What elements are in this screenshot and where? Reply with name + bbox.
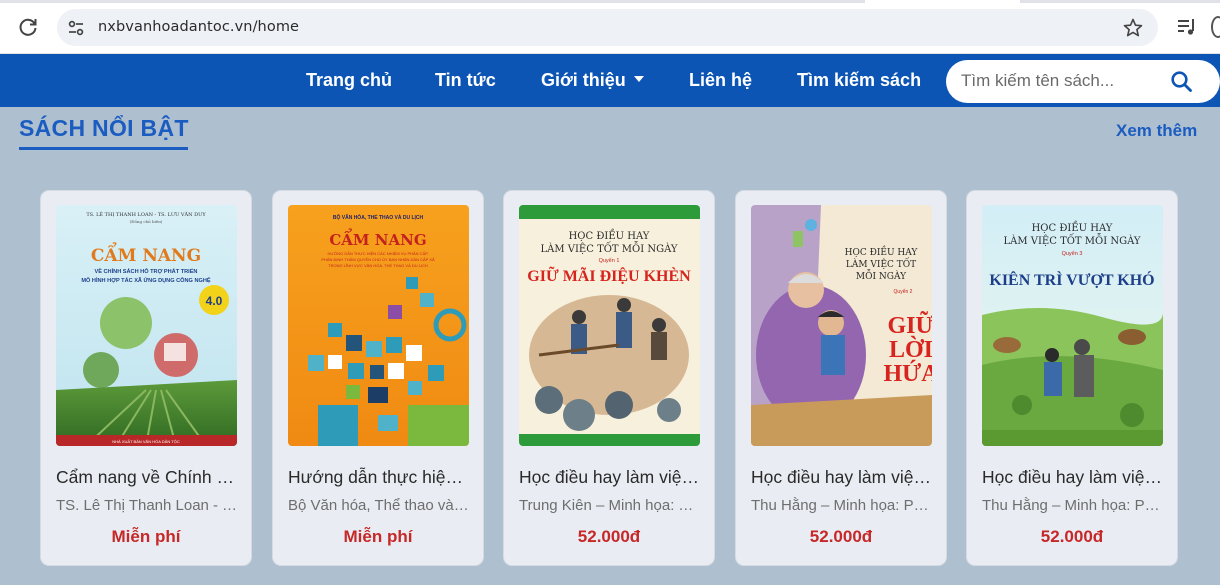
book-price: 52.000đ [1040,527,1104,546]
book-card[interactable]: BỘ VĂN HÓA, THỂ THAO VÀ DU LỊCH CẨM NANG… [273,191,483,565]
svg-text:BỘ VĂN HÓA, THỂ THAO VÀ DU LỊC: BỘ VĂN HÓA, THỂ THAO VÀ DU LỊCH [333,213,424,221]
nav-item-contact[interactable]: Liên hệ [689,70,752,91]
svg-text:NHÀ XUẤT BẢN VĂN HÓA DÂN TỘC: NHÀ XUẤT BẢN VĂN HÓA DÂN TỘC [112,439,180,444]
svg-text:GIỮ MÃI ĐIỆU KHÈN: GIỮ MÃI ĐIỆU KHÈN [527,265,691,285]
chevron-down-icon [633,76,644,82]
svg-text:Quyển 1: Quyển 1 [599,257,620,264]
book-title[interactable]: Hướng dẫn thực hiện các nhiệm vụ phân cấ… [288,467,470,488]
active-tab[interactable] [865,0,1020,3]
book-cover[interactable]: TS. LÊ THỊ THANH LOAN - TS. LƯU VĂN DUY … [56,205,237,446]
svg-text:HƯỚNG DẪN THỰC HIỆN CÁC NHIỆM: HƯỚNG DẪN THỰC HIỆN CÁC NHIỆM VỤ PHÂN CẤ… [327,251,428,256]
svg-text:LÀM VIỆC TỐT MỖI NGÀY: LÀM VIỆC TỐT MỖI NGÀY [540,242,677,255]
book-author: Thu Hằng – Minh họa: Phương [982,497,1164,514]
svg-text:Quyển 3: Quyển 3 [1062,250,1083,257]
section-title: SÁCH NỔI BẬT [19,115,189,141]
svg-text:Quyển 2: Quyển 2 [894,288,913,295]
search-icon[interactable] [1169,69,1195,95]
book-title[interactable]: Học điều hay làm việc tốt mỗi ngày - Quy… [982,467,1164,488]
url-text[interactable]: nxbvanhoadantoc.vn/home [98,19,299,35]
svg-text:MÔ HÌNH HỢP TÁC XÃ ỨNG DỤNG CÔ: MÔ HÌNH HỢP TÁC XÃ ỨNG DỤNG CÔNG NGHỆ [81,276,211,284]
book-title[interactable]: Học điều hay làm việc tốt mỗi ngày - Quy… [751,467,933,488]
svg-text:LỜI: LỜI [889,336,932,363]
book-price: Miễn phí [111,527,181,546]
book-card[interactable]: TS. LÊ THỊ THANH LOAN - TS. LƯU VĂN DUY … [41,191,251,565]
book-price: 52.000đ [809,527,873,546]
svg-text:(Đồng chủ biên): (Đồng chủ biên) [130,219,163,224]
section-underline [19,147,188,150]
media-control-icon[interactable] [1176,16,1198,38]
nav-item-about-label: Giới thiệu [541,70,626,90]
see-more-link[interactable]: Xem thêm [1116,121,1197,141]
svg-text:HỨA: HỨA [883,361,932,387]
svg-text:TS. LÊ THỊ THANH LOAN - TS. LƯ: TS. LÊ THỊ THANH LOAN - TS. LƯU VĂN DUY [86,210,206,218]
reload-icon[interactable] [16,15,40,39]
book-cover[interactable]: HỌC ĐIỀU HAY LÀM VIỆC TỐT MỖI NGÀY Quyển… [982,205,1163,446]
svg-text:LÀM VIỆC TỐT MỖI NGÀY: LÀM VIỆC TỐT MỖI NGÀY [1003,234,1140,247]
book-card[interactable]: HỌC ĐIỀU HAY LÀM VIỆC TỐT MỖI NGÀY Quyển… [967,191,1177,565]
address-bar[interactable]: nxbvanhoadantoc.vn/home [57,9,1158,46]
svg-text:HỌC ĐIỀU HAY: HỌC ĐIỀU HAY [1032,221,1113,234]
nav-item-book-search[interactable]: Tìm kiếm sách [797,70,921,91]
browser-toolbar: nxbvanhoadantoc.vn/home [0,0,1220,54]
book-title[interactable]: Học điều hay làm việc tốt mỗi ngày - Quy… [519,467,701,488]
profile-avatar-icon[interactable] [1211,16,1220,38]
tab-strip [0,0,1220,3]
book-author: TS. Lê Thị Thanh Loan - TS. Lưu Văn Duy [56,497,238,514]
svg-text:GIỮ: GIỮ [887,312,932,339]
svg-text:VỀ CHÍNH SÁCH HỖ TRỢ PHÁT TRIỂ: VỀ CHÍNH SÁCH HỖ TRỢ PHÁT TRIỂN [95,267,198,275]
book-card[interactable]: HỌC ĐIỀU HAY LÀM VIỆC TỐT MỖI NGÀY Quyển… [504,191,714,565]
book-title[interactable]: Cẩm nang về Chính sách hỗ trợ phát triển… [56,467,238,488]
svg-text:PHÂN ĐỊNH THẨM QUYỀN CHO ỦY BA: PHÂN ĐỊNH THẨM QUYỀN CHO ỦY BAN NHÂN DÂN… [321,257,435,262]
nav-item-home[interactable]: Trang chủ [306,70,392,91]
svg-text:HỌC ĐIỀU HAY: HỌC ĐIỀU HAY [569,229,650,242]
svg-text:TRONG LĨNH VỰC VĂN HÓA, THỂ TH: TRONG LĨNH VỰC VĂN HÓA, THỂ THAO VÀ DU L… [328,263,428,268]
book-author: Thu Hằng – Minh họa: Phương [751,497,933,514]
site-navbar: Trang chủ Tin tức Giới thiệu Liên hệ Tìm… [0,54,1220,107]
svg-text:KIÊN TRÌ VƯỢT KHÓ: KIÊN TRÌ VƯỢT KHÓ [989,270,1154,289]
svg-text:CẨM NANG: CẨM NANG [329,228,426,249]
book-price: Miễn phí [343,527,413,546]
book-cover[interactable]: HỌC ĐIỀU HAY LÀM VIỆC TỐT MỖI NGÀY Quyển… [519,205,700,446]
search-input[interactable] [961,69,1171,93]
bookmark-star-icon[interactable] [1122,17,1144,39]
svg-text:4.0: 4.0 [206,294,223,308]
book-price: 52.000đ [577,527,641,546]
book-card[interactable]: HỌC ĐIỀU HAY LÀM VIỆC TỐT MỖI NGÀY Quyển… [736,191,946,565]
nav-item-news[interactable]: Tin tức [435,70,496,91]
book-author: Trung Kiên – Minh họa: Thu Hằng [519,497,701,514]
nav-item-about[interactable]: Giới thiệu [541,70,644,91]
book-cover[interactable]: BỘ VĂN HÓA, THỂ THAO VÀ DU LỊCH CẨM NANG… [288,205,469,446]
book-author: Bộ Văn hóa, Thể thao và Du lịch [288,497,470,514]
search-box [946,60,1220,103]
site-info-icon[interactable] [65,17,87,39]
book-cover[interactable]: HỌC ĐIỀU HAY LÀM VIỆC TỐT MỖI NGÀY Quyển… [751,205,932,446]
